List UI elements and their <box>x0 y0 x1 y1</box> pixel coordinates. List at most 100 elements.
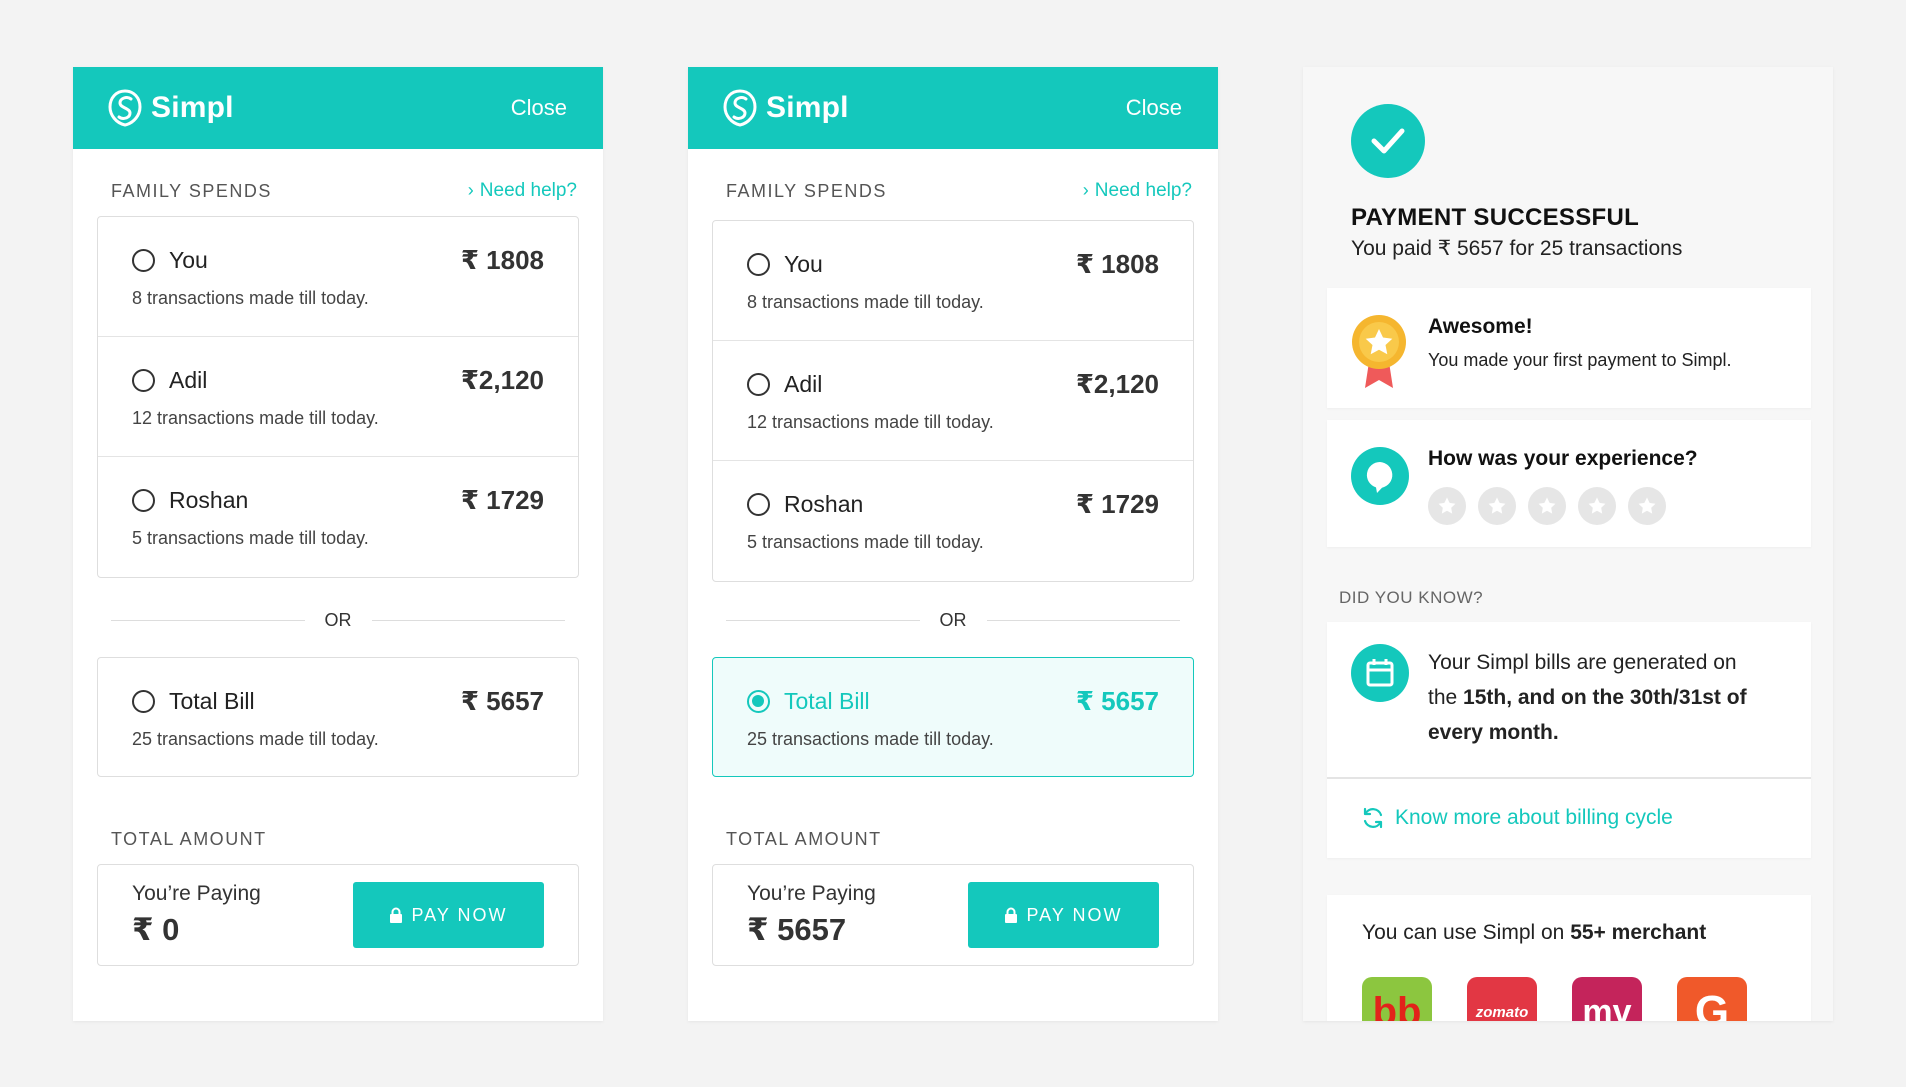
payment-success-panel: PAYMENT SUCCESSFUL You paid ₹ 5657 for 2… <box>1303 67 1833 1021</box>
member-amount: ₹2,120 <box>460 365 544 395</box>
divider <box>1327 777 1811 779</box>
section-title: FAMILY SPENDS <box>111 180 272 201</box>
brand-name: Simpl <box>766 91 849 124</box>
need-help-link[interactable]: › Need help? <box>468 180 577 202</box>
radio-button[interactable] <box>132 489 155 512</box>
need-help-link[interactable]: › Need help? <box>1083 180 1192 202</box>
check-icon <box>1351 104 1425 178</box>
radio-button-selected[interactable] <box>747 690 770 713</box>
member-row-you[interactable]: You ₹ 1808 8 transactions made till today… <box>713 221 1193 341</box>
star-icon[interactable] <box>1428 487 1466 525</box>
member-name: Roshan <box>784 491 864 517</box>
billing-info-text-bold: 15th, and on the 30th/31st of every mont… <box>1428 686 1747 744</box>
billing-info-text: Your Simpl bills are generated on the 15… <box>1428 645 1768 750</box>
radio-button[interactable] <box>132 369 155 392</box>
section-header: FAMILY SPENDS › Need help? <box>688 180 1218 202</box>
know-more-link[interactable]: Know more about billing cycle <box>1361 806 1673 830</box>
did-you-know-title: DID YOU KNOW? <box>1339 588 1484 607</box>
lock-icon <box>1005 907 1018 923</box>
member-row-roshan[interactable]: Roshan ₹ 1729 5 transactions made till to… <box>98 457 578 577</box>
merchant-logos: bb zomato mv G <box>1362 977 1747 1021</box>
family-spends-panel-selected: Simpl Close FAMILY SPENDS › Need help? Yo… <box>688 67 1218 1021</box>
simpl-logo-icon <box>108 89 142 127</box>
chevron-right-icon: › <box>467 180 474 200</box>
merchants-text: You can use Simpl on 55+ merchant <box>1362 921 1706 945</box>
or-divider: OR <box>726 610 1180 631</box>
merchant-logo-movies[interactable]: mv <box>1572 977 1642 1021</box>
pay-card: You’re Paying ₹ 0 PAY NOW <box>97 864 579 966</box>
award-text: You made your first payment to Simpl. <box>1428 350 1732 370</box>
simpl-logo: Simpl <box>107 89 234 127</box>
total-bill-amount: ₹ 5657 <box>460 686 544 716</box>
merchant-logo-text: zomato <box>1475 1003 1529 1021</box>
family-spends-panel-unselected: Simpl Close FAMILY SPENDS › Need help? Yo… <box>73 67 603 1021</box>
close-button[interactable]: Close <box>1126 95 1182 121</box>
member-note: 8 transactions made till today. <box>747 292 984 312</box>
merchant-logo-zomato[interactable]: zomato <box>1467 977 1537 1021</box>
award-card: Awesome! You made your first payment to … <box>1327 288 1811 408</box>
or-label: OR <box>324 610 352 630</box>
star-icon[interactable] <box>1578 487 1616 525</box>
member-name: Adil <box>784 371 823 397</box>
merchants-card: You can use Simpl on 55+ merchant bb zom… <box>1327 895 1811 1021</box>
member-note: 5 transactions made till today. <box>747 532 984 552</box>
payment-success-subtitle: You paid ₹ 5657 for 25 transactions <box>1351 237 1683 260</box>
member-name: Adil <box>169 367 208 393</box>
calendar-icon <box>1351 644 1409 702</box>
pay-now-button[interactable]: PAY NOW <box>968 882 1159 948</box>
pay-card: You’re Paying ₹ 5657 PAY NOW <box>712 864 1194 966</box>
member-row-you[interactable]: You ₹ 1808 8 transactions made till today… <box>98 217 578 337</box>
need-help-label: Need help? <box>479 180 577 201</box>
total-bill-option[interactable]: Total Bill ₹ 5657 25 transactions made ti… <box>97 657 579 777</box>
medal-icon <box>1351 312 1407 388</box>
member-note: 12 transactions made till today. <box>132 408 379 428</box>
total-bill-label: Total Bill <box>169 688 255 714</box>
refresh-icon <box>1363 807 1383 829</box>
star-icon[interactable] <box>1528 487 1566 525</box>
star-icon[interactable] <box>1478 487 1516 525</box>
member-name: Roshan <box>169 487 249 513</box>
member-name: You <box>169 247 208 273</box>
merchant-logo-bigbasket[interactable]: bb <box>1362 977 1432 1021</box>
member-row-adil[interactable]: Adil ₹2,120 12 transactions made till tod… <box>713 341 1193 461</box>
total-amount-title: TOTAL AMOUNT <box>726 829 882 849</box>
header: Simpl Close <box>73 67 603 149</box>
merchants-text-normal: You can use Simpl on <box>1362 921 1571 944</box>
pay-now-button[interactable]: PAY NOW <box>353 882 544 948</box>
close-button[interactable]: Close <box>511 95 567 121</box>
payment-success-title: PAYMENT SUCCESSFUL <box>1351 204 1640 231</box>
member-list: You ₹ 1808 8 transactions made till today… <box>712 220 1194 582</box>
radio-button[interactable] <box>747 253 770 276</box>
radio-button[interactable] <box>132 690 155 713</box>
pay-now-label: PAY NOW <box>1026 904 1123 925</box>
member-amount: ₹ 1729 <box>460 485 544 515</box>
or-divider: OR <box>111 610 565 631</box>
total-amount-title: TOTAL AMOUNT <box>111 829 267 849</box>
member-amount: ₹ 1808 <box>460 245 544 275</box>
billing-info-card: Your Simpl bills are generated on the 15… <box>1327 622 1811 858</box>
total-bill-option-selected[interactable]: Total Bill ₹ 5657 25 transactions made ti… <box>712 657 1194 777</box>
radio-button[interactable] <box>747 373 770 396</box>
merchant-logo-grofers[interactable]: G <box>1677 977 1747 1021</box>
award-title: Awesome! <box>1428 315 1533 338</box>
member-row-adil[interactable]: Adil ₹2,120 12 transactions made till tod… <box>98 337 578 457</box>
paying-label: You’re Paying <box>747 882 876 905</box>
star-icon[interactable] <box>1628 487 1666 525</box>
star-rating[interactable] <box>1428 487 1666 525</box>
merchants-text-bold: 55+ merchant <box>1570 921 1707 944</box>
header: Simpl Close <box>688 67 1218 149</box>
radio-button[interactable] <box>747 493 770 516</box>
section-title: FAMILY SPENDS <box>726 180 887 201</box>
member-list: You ₹ 1808 8 transactions made till today… <box>97 216 579 578</box>
need-help-label: Need help? <box>1094 180 1192 201</box>
member-note: 8 transactions made till today. <box>132 288 369 308</box>
simpl-logo-icon <box>723 89 757 127</box>
merchant-logo-text: bb <box>1372 989 1422 1022</box>
brand-name: Simpl <box>151 91 234 124</box>
lock-icon <box>390 907 403 923</box>
merchant-logo-text: G <box>1694 987 1730 1021</box>
radio-button[interactable] <box>132 249 155 272</box>
member-amount: ₹ 1808 <box>1075 249 1159 279</box>
member-row-roshan[interactable]: Roshan ₹ 1729 5 transactions made till to… <box>713 461 1193 581</box>
or-label: OR <box>939 610 967 630</box>
